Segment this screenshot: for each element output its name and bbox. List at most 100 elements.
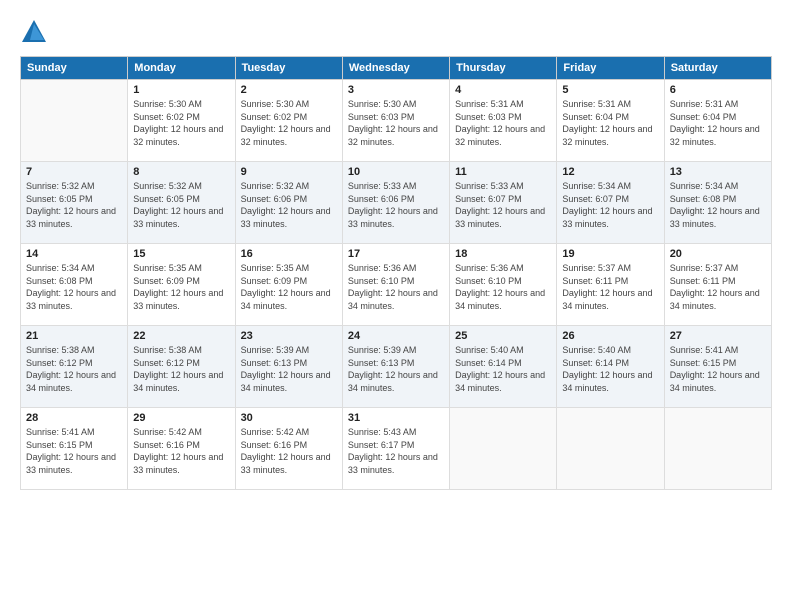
day-info: Sunrise: 5:31 AMSunset: 6:04 PMDaylight:… (562, 98, 658, 148)
day-number: 24 (348, 330, 444, 342)
day-cell: 5 Sunrise: 5:31 AMSunset: 6:04 PMDaylight… (557, 80, 664, 162)
day-info: Sunrise: 5:34 AMSunset: 6:08 PMDaylight:… (26, 262, 122, 312)
day-info: Sunrise: 5:31 AMSunset: 6:03 PMDaylight:… (455, 98, 551, 148)
day-cell: 7 Sunrise: 5:32 AMSunset: 6:05 PMDaylight… (21, 162, 128, 244)
day-number: 31 (348, 412, 444, 424)
header-day: Monday (128, 57, 235, 80)
page: SundayMondayTuesdayWednesdayThursdayFrid… (0, 0, 792, 612)
day-cell: 2 Sunrise: 5:30 AMSunset: 6:02 PMDaylight… (235, 80, 342, 162)
day-number: 20 (670, 248, 766, 260)
day-number: 25 (455, 330, 551, 342)
day-number: 28 (26, 412, 122, 424)
day-number: 4 (455, 84, 551, 96)
day-cell: 31 Sunrise: 5:43 AMSunset: 6:17 PMDayligh… (342, 408, 449, 490)
day-number: 1 (133, 84, 229, 96)
day-info: Sunrise: 5:32 AMSunset: 6:05 PMDaylight:… (133, 180, 229, 230)
day-cell: 3Sunrise: 5:30 AMSunset: 6:03 PMDaylight… (342, 80, 449, 162)
week-row: 7 Sunrise: 5:32 AMSunset: 6:05 PMDaylight… (21, 162, 772, 244)
day-info: Sunrise: 5:30 AMSunset: 6:02 PMDaylight:… (241, 98, 337, 148)
day-number: 10 (348, 166, 444, 178)
day-info: Sunrise: 5:32 AMSunset: 6:05 PMDaylight:… (26, 180, 122, 230)
day-info: Sunrise: 5:36 AMSunset: 6:10 PMDaylight:… (455, 262, 551, 312)
week-row: 1 Sunrise: 5:30 AMSunset: 6:02 PMDaylight… (21, 80, 772, 162)
day-cell: 14 Sunrise: 5:34 AMSunset: 6:08 PMDayligh… (21, 244, 128, 326)
day-cell: 25 Sunrise: 5:40 AMSunset: 6:14 PMDayligh… (450, 326, 557, 408)
day-number: 3 (348, 84, 444, 96)
day-number: 7 (26, 166, 122, 178)
day-cell: 11Sunrise: 5:33 AMSunset: 6:07 PMDayligh… (450, 162, 557, 244)
logo-icon (20, 18, 48, 46)
day-cell: 17 Sunrise: 5:36 AMSunset: 6:10 PMDayligh… (342, 244, 449, 326)
calendar: SundayMondayTuesdayWednesdayThursdayFrid… (20, 56, 772, 490)
day-number: 17 (348, 248, 444, 260)
header (20, 18, 772, 46)
day-info: Sunrise: 5:31 AMSunset: 6:04 PMDaylight:… (670, 98, 766, 148)
day-cell (664, 408, 771, 490)
day-number: 22 (133, 330, 229, 342)
logo (20, 18, 52, 46)
day-number: 27 (670, 330, 766, 342)
day-cell: 18 Sunrise: 5:36 AMSunset: 6:10 PMDayligh… (450, 244, 557, 326)
day-cell: 4 Sunrise: 5:31 AMSunset: 6:03 PMDaylight… (450, 80, 557, 162)
day-number: 12 (562, 166, 658, 178)
day-cell: 29 Sunrise: 5:42 AMSunset: 6:16 PMDayligh… (128, 408, 235, 490)
week-row: 21 Sunrise: 5:38 AMSunset: 6:12 PMDayligh… (21, 326, 772, 408)
day-cell (21, 80, 128, 162)
day-info: Sunrise: 5:40 AMSunset: 6:14 PMDaylight:… (562, 344, 658, 394)
day-info: Sunrise: 5:33 AMSunset: 6:06 PMDaylight:… (348, 180, 444, 230)
day-number: 6 (670, 84, 766, 96)
day-number: 30 (241, 412, 337, 424)
day-cell: 15Sunrise: 5:35 AMSunset: 6:09 PMDayligh… (128, 244, 235, 326)
day-number: 5 (562, 84, 658, 96)
day-info: Sunrise: 5:40 AMSunset: 6:14 PMDaylight:… (455, 344, 551, 394)
day-info: Sunrise: 5:32 AMSunset: 6:06 PMDaylight:… (241, 180, 337, 230)
day-number: 29 (133, 412, 229, 424)
header-day: Saturday (664, 57, 771, 80)
day-cell: 23 Sunrise: 5:39 AMSunset: 6:13 PMDayligh… (235, 326, 342, 408)
day-info: Sunrise: 5:36 AMSunset: 6:10 PMDaylight:… (348, 262, 444, 312)
day-info: Sunrise: 5:39 AMSunset: 6:13 PMDaylight:… (348, 344, 444, 394)
day-cell: 10 Sunrise: 5:33 AMSunset: 6:06 PMDayligh… (342, 162, 449, 244)
header-row: SundayMondayTuesdayWednesdayThursdayFrid… (21, 57, 772, 80)
day-cell: 16 Sunrise: 5:35 AMSunset: 6:09 PMDayligh… (235, 244, 342, 326)
day-cell: 22 Sunrise: 5:38 AMSunset: 6:12 PMDayligh… (128, 326, 235, 408)
day-info: Sunrise: 5:38 AMSunset: 6:12 PMDaylight:… (133, 344, 229, 394)
day-number: 19 (562, 248, 658, 260)
day-cell: 13 Sunrise: 5:34 AMSunset: 6:08 PMDayligh… (664, 162, 771, 244)
day-info: Sunrise: 5:37 AMSunset: 6:11 PMDaylight:… (562, 262, 658, 312)
day-number: 26 (562, 330, 658, 342)
day-number: 15 (133, 248, 229, 260)
header-day: Wednesday (342, 57, 449, 80)
day-number: 18 (455, 248, 551, 260)
day-cell: 28 Sunrise: 5:41 AMSunset: 6:15 PMDayligh… (21, 408, 128, 490)
day-number: 16 (241, 248, 337, 260)
day-number: 14 (26, 248, 122, 260)
day-info: Sunrise: 5:41 AMSunset: 6:15 PMDaylight:… (26, 426, 122, 476)
day-info: Sunrise: 5:30 AMSunset: 6:02 PMDaylight:… (133, 98, 229, 148)
day-cell (450, 408, 557, 490)
day-number: 21 (26, 330, 122, 342)
day-info: Sunrise: 5:42 AMSunset: 6:16 PMDaylight:… (133, 426, 229, 476)
header-day: Tuesday (235, 57, 342, 80)
day-info: Sunrise: 5:43 AMSunset: 6:17 PMDaylight:… (348, 426, 444, 476)
day-cell: 1 Sunrise: 5:30 AMSunset: 6:02 PMDaylight… (128, 80, 235, 162)
day-cell: 26 Sunrise: 5:40 AMSunset: 6:14 PMDayligh… (557, 326, 664, 408)
day-cell: 12 Sunrise: 5:34 AMSunset: 6:07 PMDayligh… (557, 162, 664, 244)
header-day: Thursday (450, 57, 557, 80)
day-cell: 30 Sunrise: 5:42 AMSunset: 6:16 PMDayligh… (235, 408, 342, 490)
day-number: 23 (241, 330, 337, 342)
day-info: Sunrise: 5:38 AMSunset: 6:12 PMDaylight:… (26, 344, 122, 394)
day-info: Sunrise: 5:41 AMSunset: 6:15 PMDaylight:… (670, 344, 766, 394)
day-cell: 20Sunrise: 5:37 AMSunset: 6:11 PMDayligh… (664, 244, 771, 326)
day-number: 13 (670, 166, 766, 178)
week-row: 14 Sunrise: 5:34 AMSunset: 6:08 PMDayligh… (21, 244, 772, 326)
week-row: 28 Sunrise: 5:41 AMSunset: 6:15 PMDayligh… (21, 408, 772, 490)
day-info: Sunrise: 5:34 AMSunset: 6:07 PMDaylight:… (562, 180, 658, 230)
day-cell (557, 408, 664, 490)
day-info: Sunrise: 5:35 AMSunset: 6:09 PMDaylight:… (241, 262, 337, 312)
day-info: Sunrise: 5:39 AMSunset: 6:13 PMDaylight:… (241, 344, 337, 394)
day-info: Sunrise: 5:42 AMSunset: 6:16 PMDaylight:… (241, 426, 337, 476)
day-info: Sunrise: 5:34 AMSunset: 6:08 PMDaylight:… (670, 180, 766, 230)
day-number: 2 (241, 84, 337, 96)
day-cell: 19 Sunrise: 5:37 AMSunset: 6:11 PMDayligh… (557, 244, 664, 326)
